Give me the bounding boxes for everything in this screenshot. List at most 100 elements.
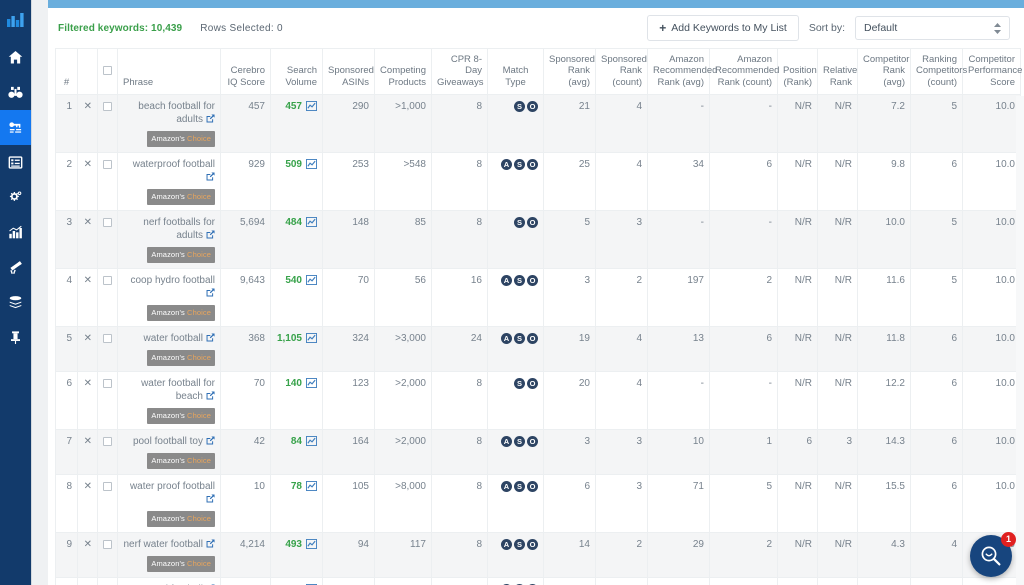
trend-chart-icon[interactable] [306,217,317,231]
remove-row-icon[interactable]: ✕ [77,152,98,211]
select-all-checkbox[interactable] [103,65,112,75]
trend-chart-icon[interactable] [306,333,317,347]
table-row[interactable]: 3 ✕ nerf footballs for adults Amazon's Choi… [55,210,1021,269]
table-row[interactable]: 6 ✕ water football for beach Amazon's Choic… [55,371,1021,430]
keyword-phrase-cell: beach football for adults Amazon's Choice [117,94,221,153]
row-checkbox[interactable] [103,436,112,446]
column-header-competing_products[interactable]: Competing Products [374,48,432,95]
column-header-sp_rank_avg[interactable]: Sponsored Rank (avg) [543,48,596,95]
sidebar-item-cerebro-keywords[interactable] [0,110,31,145]
table-row[interactable]: 4 ✕ coop hydro football Amazon's Choice 9,64… [55,268,1021,327]
row-checkbox[interactable] [103,159,112,169]
cell-cpr: 24 [431,326,488,372]
trend-chart-icon[interactable] [306,378,317,392]
remove-row-icon[interactable]: ✕ [77,326,98,372]
external-link-icon[interactable] [206,539,215,552]
table-row[interactable]: 5 ✕ water football Amazon's Choice 368 1,105 3… [55,326,1021,372]
row-checkbox[interactable] [103,539,112,549]
table-row[interactable]: 7 ✕ pool football toy Amazon's Choice 42 84 16… [55,429,1021,475]
row-checkbox[interactable] [103,101,112,111]
top-accent-bar [48,0,1024,8]
column-header-check[interactable] [97,48,118,95]
cell-position_rank: N/R [777,371,818,430]
cell-amz_rec_avg: 39 [647,577,710,585]
column-header-comp_rank_avg[interactable]: Competitor Rank (avg) [857,48,911,95]
cell-ranking_comp_count: 6 [910,429,963,475]
remove-row-icon[interactable]: ✕ [77,532,98,578]
match-type-cell: ASO [487,326,544,372]
cell-competing_products: 56 [374,268,432,327]
column-header-phrase[interactable]: Phrase [117,48,221,95]
column-header-comp_perf_score[interactable]: Competitor Performance Score [962,48,1022,95]
column-header-remove[interactable] [77,48,98,95]
remove-row-icon[interactable]: ✕ [77,268,98,327]
sidebar-item-tools[interactable] [0,180,31,215]
sidebar-item-black-box[interactable] [0,75,31,110]
column-header-amz_rec_count[interactable]: Amazon Recommended Rank (count) [709,48,779,95]
row-checkbox[interactable] [103,275,112,285]
cell-cerebro_iq: 9,643 [220,268,271,327]
column-header-sponsored_asins[interactable]: Sponsored ASINs [322,48,375,95]
row-checkbox[interactable] [103,333,112,343]
add-keywords-button[interactable]: + Add Keywords to My List [647,15,799,41]
sidebar-item-pinned[interactable] [0,320,31,355]
table-row[interactable]: 8 ✕ water proof football Amazon's Choice 10 7… [55,474,1021,533]
sidebar-item-home[interactable] [0,40,31,75]
sidebar-item-analytics[interactable] [0,215,31,250]
amazons-choice-badge-wrap: Amazon's Choice [123,127,215,147]
trend-chart-icon[interactable] [306,159,317,173]
column-header-match_type[interactable]: Match Type [487,48,544,95]
remove-row-icon[interactable]: ✕ [77,474,98,533]
remove-row-icon[interactable]: ✕ [77,94,98,153]
column-header-idx[interactable]: # [55,48,78,95]
external-link-icon[interactable] [206,391,215,404]
trend-chart-icon[interactable] [306,101,317,115]
sidebar-item-inventory[interactable] [0,285,31,320]
row-checkbox[interactable] [103,217,112,227]
column-header-amz_rec_avg[interactable]: Amazon Recommended Rank (avg) [647,48,717,95]
cell-cpr: 24 [431,577,488,585]
remove-row-icon[interactable]: ✕ [77,577,98,585]
trend-chart-icon[interactable] [306,436,317,450]
table-row[interactable]: 1 ✕ beach football for adults Amazon's Choi… [55,94,1021,153]
table-row[interactable]: 9 ✕ nerf water football Amazon's Choice 4,21… [55,532,1021,578]
vertical-scrollbar-track[interactable] [1016,96,1024,585]
column-header-cpr[interactable]: CPR 8-Day Giveaways [431,48,488,95]
external-link-icon[interactable] [206,436,215,449]
column-header-sp_rank_count[interactable]: Sponsored Rank (count) [595,48,648,95]
cell-amz_rec_avg: 197 [647,268,710,327]
column-header-search_volume[interactable]: Search Volume [270,48,323,95]
column-header-ranking_comp_count[interactable]: Ranking Competitors (count) [910,48,967,95]
sidebar-item-index-checker[interactable] [0,145,31,180]
cell-ranking_comp_count: 6 [910,326,963,372]
external-link-icon[interactable] [206,288,215,301]
trend-chart-icon[interactable] [306,275,317,289]
table-row[interactable]: 2 ✕ waterproof football Amazon's Choice 929 5… [55,152,1021,211]
cell-comp_rank_avg: 4.3 [857,532,911,578]
sidebar-item-market-tracker[interactable] [0,250,31,285]
sort-by-select[interactable]: Default [855,16,1010,40]
external-link-icon[interactable] [206,333,215,346]
trend-chart-icon[interactable] [306,539,317,553]
external-link-icon[interactable] [206,172,215,185]
keywords-table-scroll-area[interactable]: # Phrase Cerebro IQ Score Search Volume Spon… [48,48,1024,585]
cell-competing_products: >3,000 [374,326,432,372]
row-checkbox[interactable] [103,378,112,388]
app-logo-icon[interactable] [0,0,31,40]
table-row[interactable]: 10✕pool footballAmazon's Choice1,1071,10… [55,577,1021,585]
trend-chart-icon[interactable] [306,481,317,495]
match-type-badge-s: S [514,274,525,286]
remove-row-icon[interactable]: ✕ [77,429,98,475]
column-header-position_rank[interactable]: Position (Rank) [777,48,818,95]
column-header-relative_rank[interactable]: Relative Rank [817,48,858,95]
row-checkbox[interactable] [103,481,112,491]
remove-row-icon[interactable]: ✕ [77,210,98,269]
cell-comp_perf_score: 10.0 [962,94,1021,153]
remove-row-icon[interactable]: ✕ [77,371,98,430]
column-header-cerebro_iq[interactable]: Cerebro IQ Score [220,48,271,95]
external-link-icon[interactable] [206,114,215,127]
external-link-icon[interactable] [206,494,215,507]
cell-sp_rank_count: 4 [595,577,648,585]
amazons-choice-prefix: Amazon's [151,250,185,259]
external-link-icon[interactable] [206,230,215,243]
